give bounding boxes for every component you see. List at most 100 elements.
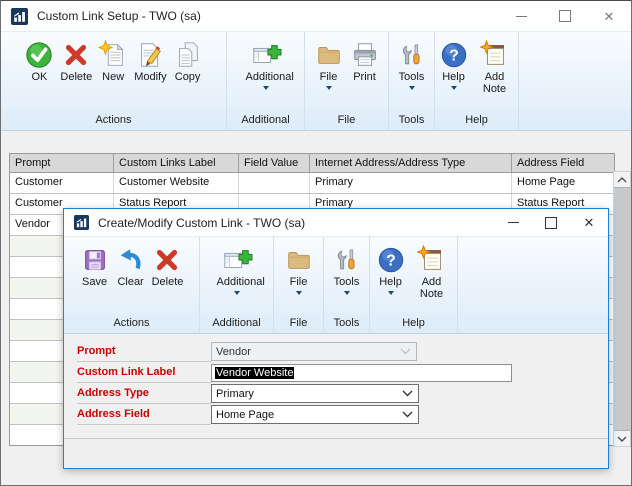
printer-icon	[350, 38, 380, 71]
delete-button[interactable]: Delete	[149, 242, 187, 289]
dialog-titlebar: Create/Modify Custom Link - TWO (sa) ✕	[64, 209, 608, 236]
file-button[interactable]: File	[311, 37, 347, 91]
chevron-down-icon	[402, 411, 413, 418]
additional-plus-icon	[250, 38, 282, 71]
scrollbar-thumb[interactable]	[614, 187, 630, 431]
dialog-footer	[64, 438, 608, 468]
additional-button[interactable]: Additional	[243, 37, 294, 91]
help-button-label: Help	[442, 71, 465, 83]
copy-icon	[173, 38, 203, 71]
ribbon-group-tools: Tools Tools	[324, 237, 370, 333]
ribbon-empty-area	[519, 32, 631, 130]
additional-plus-icon	[221, 243, 253, 276]
close-icon: ✕	[603, 8, 615, 24]
tools-button[interactable]: Tools	[395, 37, 429, 91]
tools-button[interactable]: Tools	[330, 242, 364, 296]
clear-button-label: Clear	[117, 276, 144, 288]
maximize-icon	[545, 216, 557, 229]
ok-button-label: OK	[31, 71, 48, 83]
delete-icon	[152, 243, 182, 276]
save-button[interactable]: Save	[77, 242, 113, 289]
custom-link-label-field-label: Custom Link Label	[77, 362, 211, 383]
modify-pencil-icon	[135, 38, 165, 71]
clear-button[interactable]: Clear	[113, 242, 149, 289]
ok-button[interactable]: OK	[21, 37, 57, 84]
group-label-actions: Actions	[113, 317, 150, 329]
address-type-field-label: Address Type	[77, 383, 211, 404]
main-titlebar: Custom Link Setup - TWO (sa) ✕	[1, 1, 631, 32]
folder-icon	[284, 243, 314, 276]
help-icon: ?	[439, 38, 469, 71]
file-button[interactable]: File	[281, 242, 317, 296]
address-type-combo[interactable]: Primary	[211, 384, 419, 403]
cell-internet-address: Primary	[310, 173, 512, 193]
svg-text:?: ?	[449, 47, 459, 64]
cell-custom-links-label: Customer Website	[114, 173, 239, 193]
ribbon-group-file: File Print File	[305, 32, 389, 130]
dialog-form: Prompt Vendor Custom Link Label Vendor W…	[64, 332, 608, 438]
modify-button-label: Modify	[134, 71, 167, 83]
dialog-close-button[interactable]: ✕	[570, 209, 608, 236]
svg-text:?: ?	[386, 252, 396, 269]
address-field-combo[interactable]: Home Page	[211, 405, 419, 424]
group-label-file: File	[289, 317, 308, 329]
group-label-additional: Additional	[212, 317, 261, 329]
dropdown-caret-icon	[343, 291, 350, 295]
additional-button[interactable]: Additional	[214, 242, 265, 296]
chevron-down-icon	[400, 348, 411, 355]
maximize-button[interactable]	[543, 1, 587, 31]
column-header-address-field: Address Field	[517, 157, 585, 169]
additional-button-label: Additional	[245, 71, 294, 83]
ok-icon	[24, 38, 54, 71]
dialog-ribbon: Save Clear Delete Actions Additional Add…	[64, 236, 608, 334]
help-button[interactable]: ? Help	[436, 37, 472, 91]
main-window-title: Custom Link Setup - TWO (sa)	[37, 9, 201, 23]
ribbon-group-help: ? Help Add Note Help	[435, 32, 519, 130]
dialog-minimize-button[interactable]	[494, 209, 532, 236]
group-label-additional: Additional	[241, 114, 290, 126]
custom-link-label-input[interactable]: Vendor Website	[211, 363, 512, 382]
prompt-combo-value: Vendor	[216, 345, 251, 358]
new-button[interactable]: New	[95, 37, 131, 84]
custom-link-setup-window: Custom Link Setup - TWO (sa) ✕ OK Delete	[0, 0, 632, 486]
copy-button[interactable]: Copy	[170, 37, 206, 84]
group-label-file: File	[337, 114, 356, 126]
help-icon: ?	[376, 243, 406, 276]
modify-button[interactable]: Modify	[131, 37, 169, 84]
dropdown-caret-icon	[325, 86, 332, 90]
print-button[interactable]: Print	[347, 37, 383, 84]
main-window-controls: ✕	[499, 1, 631, 31]
column-header-custom-links-label: Custom Links Label	[114, 154, 239, 172]
create-modify-custom-link-dialog: Create/Modify Custom Link - TWO (sa) ✕ S…	[63, 208, 609, 469]
delete-button-label: Delete	[60, 71, 93, 83]
delete-button[interactable]: Delete	[57, 37, 95, 84]
table-header-row: Prompt Custom Links Label Field Value In…	[10, 154, 614, 173]
group-label-help: Help	[402, 317, 425, 329]
chevron-down-icon	[402, 390, 413, 397]
cell-prompt: Customer	[10, 173, 114, 193]
ribbon-group-actions: Save Clear Delete Actions	[64, 237, 200, 333]
dialog-maximize-button[interactable]	[532, 209, 570, 236]
tools-button-label: Tools	[333, 276, 360, 288]
maximize-icon	[559, 10, 571, 22]
add-note-button-label: Add Note	[419, 276, 444, 300]
chevron-up-icon	[617, 176, 627, 182]
minimize-button[interactable]	[499, 1, 543, 31]
add-note-button[interactable]: Add Note	[409, 242, 455, 301]
help-button[interactable]: ? Help	[373, 242, 409, 296]
add-note-button[interactable]: Add Note	[472, 37, 518, 96]
scroll-up-button[interactable]	[614, 172, 630, 187]
help-button-label: Help	[379, 276, 402, 288]
ribbon-empty-area	[458, 237, 608, 333]
dialog-title: Create/Modify Custom Link - TWO (sa)	[98, 215, 306, 230]
table-row[interactable]: Customer Customer Website Primary Home P…	[10, 173, 614, 194]
file-button-label: File	[289, 276, 308, 288]
file-button-label: File	[319, 71, 338, 83]
clear-undo-icon	[116, 243, 146, 276]
table-vertical-scrollbar[interactable]	[613, 171, 631, 447]
close-button[interactable]: ✕	[587, 1, 631, 31]
tools-icon	[398, 38, 426, 71]
close-icon: ✕	[583, 215, 595, 230]
ribbon-group-help: ? Help Add Note Help	[370, 237, 458, 333]
scroll-down-button[interactable]	[614, 431, 630, 446]
